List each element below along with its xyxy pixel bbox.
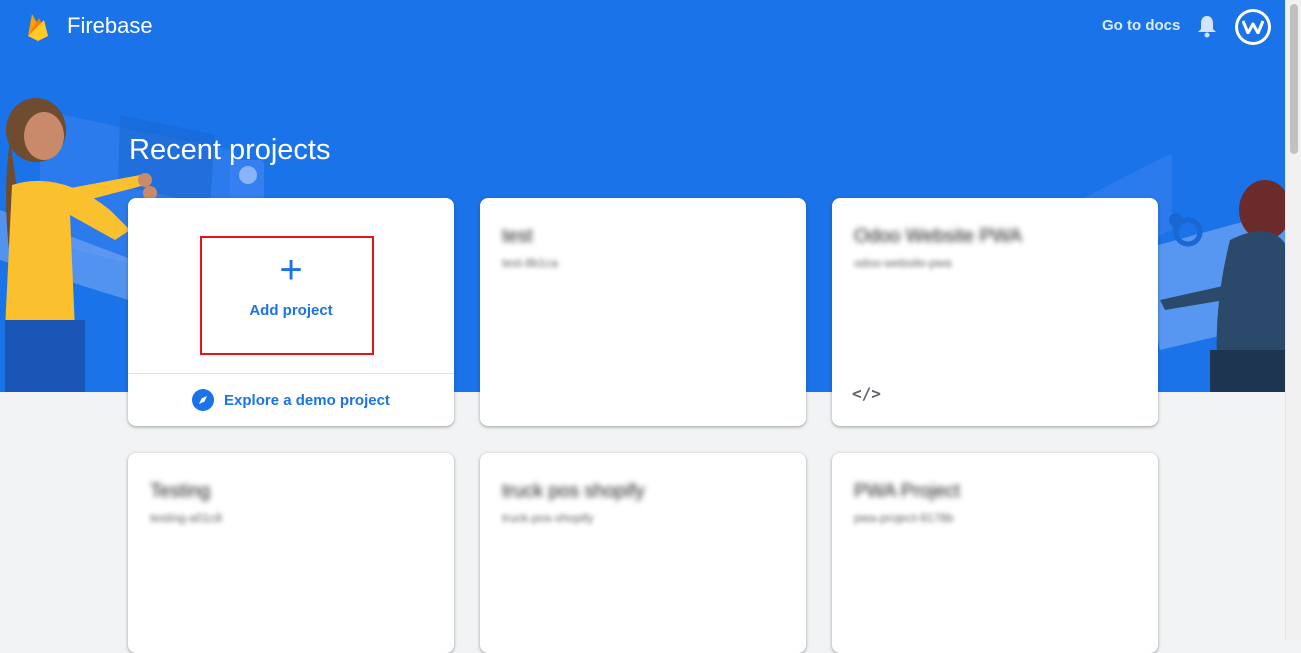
project-card[interactable]: truck pos shopify truck-pos-shopify	[480, 453, 806, 653]
project-title: Odoo Website PWA	[854, 226, 1022, 247]
project-card[interactable]: Odoo Website PWA odoo-website-pwa </>	[832, 198, 1158, 426]
project-id: pwa-project-9178b	[854, 511, 954, 525]
avatar-logo-icon	[1238, 12, 1268, 42]
web-app-code-icon: </>	[852, 384, 881, 403]
project-card[interactable]: test test-8b1ca	[480, 198, 806, 426]
project-title: Testing	[150, 481, 211, 502]
highlight-box	[200, 236, 374, 355]
project-card[interactable]: PWA Project pwa-project-9178b	[832, 453, 1158, 653]
explore-demo-label: Explore a demo project	[224, 391, 390, 409]
brand-name[interactable]: Firebase	[67, 13, 153, 39]
project-id: test-8b1ca	[502, 256, 559, 270]
compass-icon	[192, 389, 215, 411]
firebase-flame-icon[interactable]	[26, 12, 50, 42]
project-id: testing-a01c8	[150, 511, 223, 525]
vertical-scrollbar[interactable]	[1285, 0, 1301, 640]
project-title: PWA Project	[854, 481, 960, 502]
notifications-bell-icon[interactable]	[1196, 14, 1218, 38]
page-title: Recent projects	[129, 134, 331, 166]
top-app-bar: Firebase Go to docs	[0, 0, 1286, 52]
project-id: odoo-website-pwa	[854, 256, 952, 270]
project-id: truck-pos-shopify	[502, 511, 594, 525]
project-title: truck pos shopify	[502, 481, 645, 502]
explore-demo-button[interactable]: Explore a demo project	[128, 374, 454, 426]
scrollbar-thumb[interactable]	[1290, 4, 1298, 154]
add-project-card: + Add project Explore a demo project	[128, 198, 454, 426]
project-card[interactable]: Testing testing-a01c8	[128, 453, 454, 653]
go-to-docs-link[interactable]: Go to docs	[1102, 17, 1180, 34]
project-title: test	[502, 226, 533, 247]
account-avatar[interactable]	[1235, 9, 1271, 45]
